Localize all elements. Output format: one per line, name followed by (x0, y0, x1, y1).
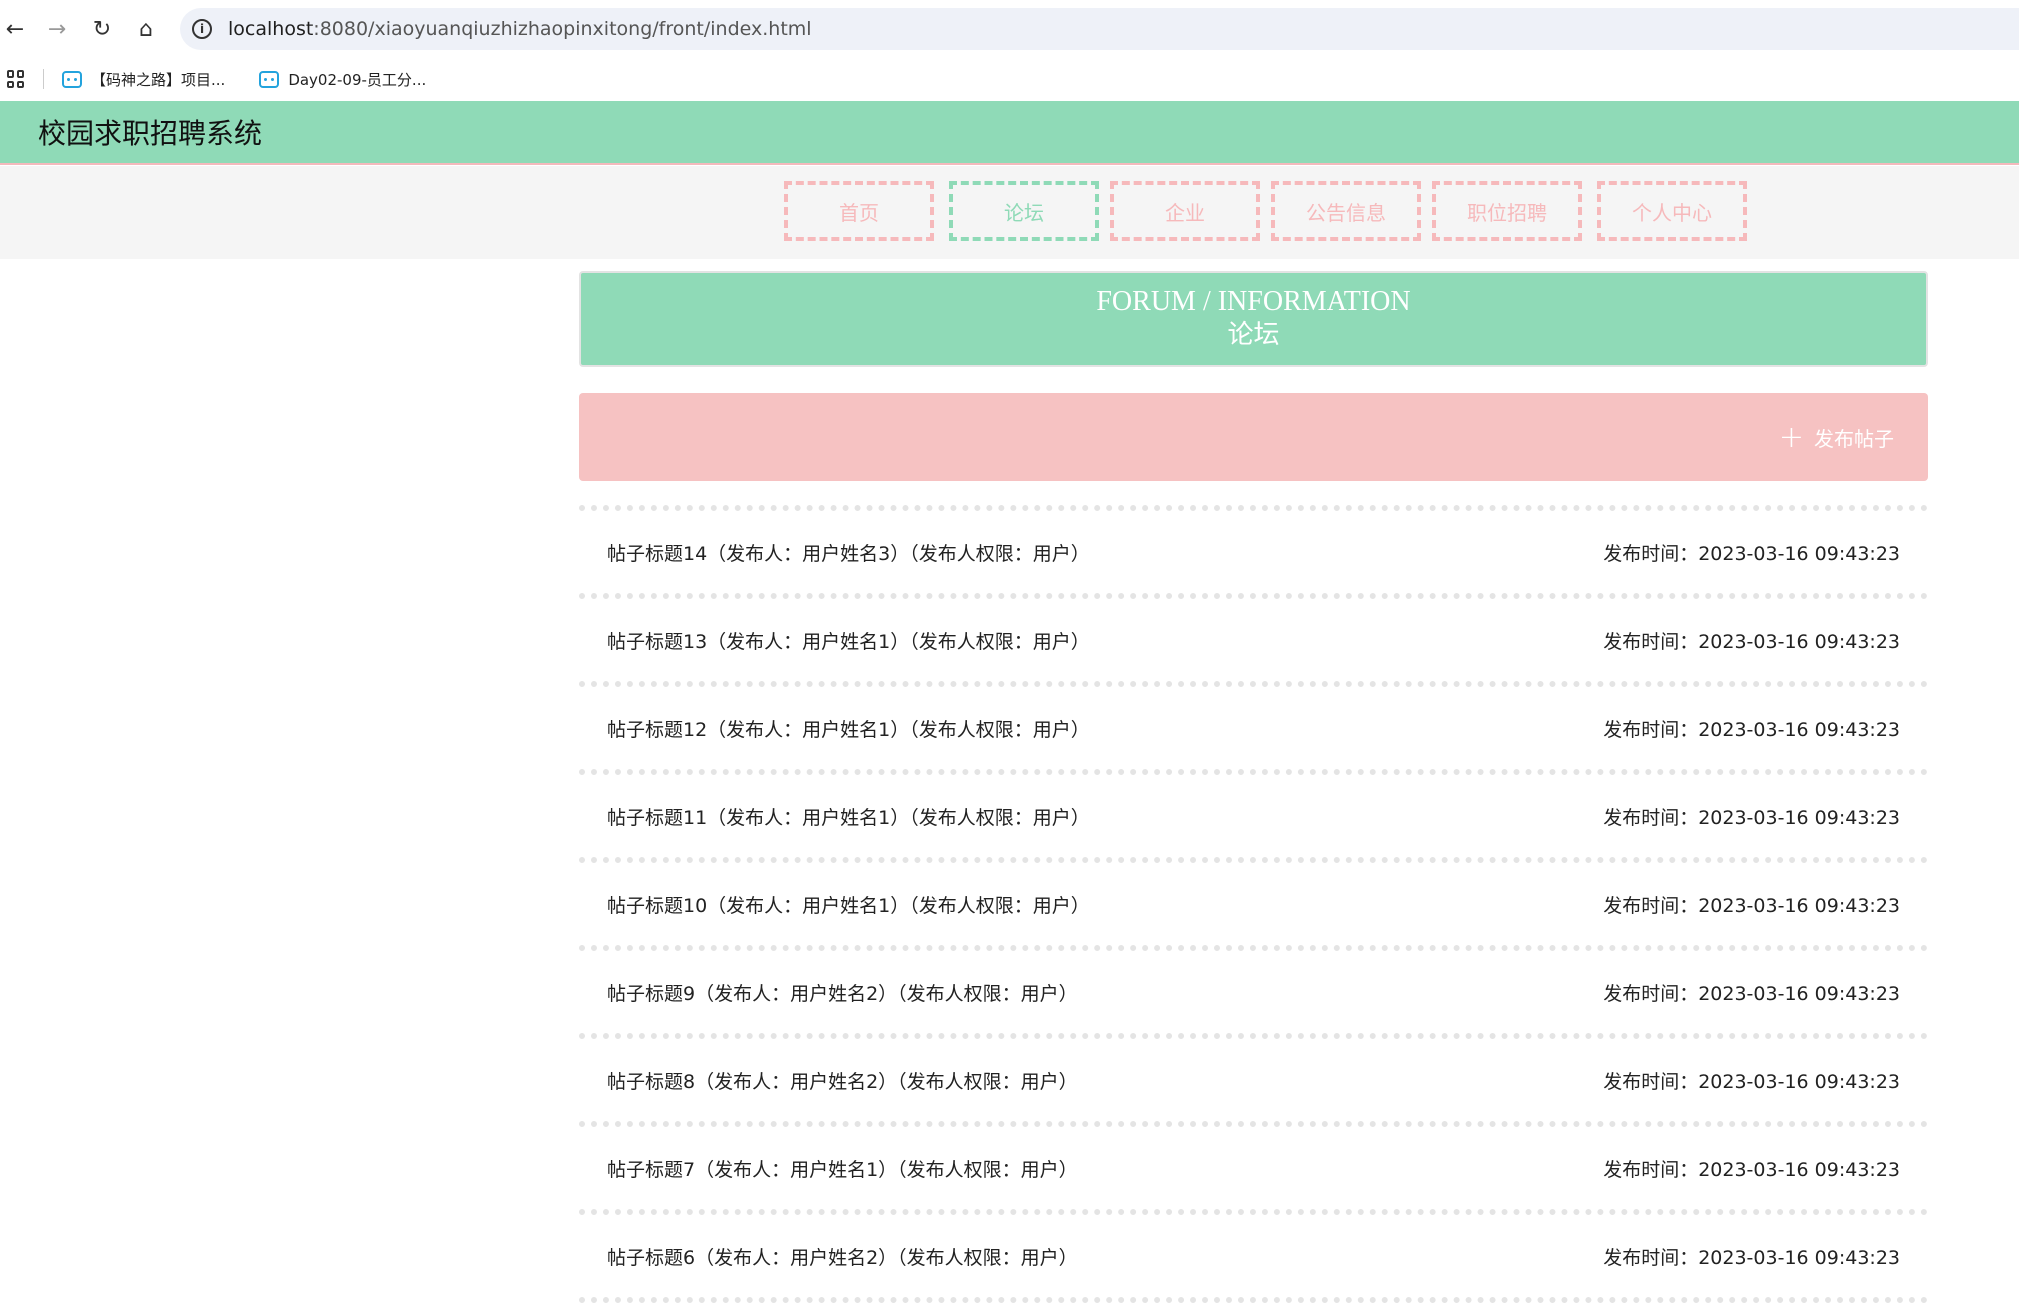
post-row[interactable]: 帖子标题12（发布人：用户姓名1）（发布人权限：用户） 发布时间：2023-03… (579, 687, 1928, 769)
bilibili-tv-icon (62, 70, 82, 88)
add-post-button[interactable]: + 发布帖子 (1778, 419, 1894, 455)
nav-personal-center[interactable]: 个人中心 (1597, 181, 1747, 241)
browser-toolbar: ← → ↻ ⌂ i localhost:8080/xiaoyuanqiuzhiz… (0, 0, 2019, 58)
post-time: 发布时间：2023-03-16 09:43:23 (1603, 894, 1900, 917)
forward-arrow-icon[interactable]: → (42, 14, 72, 44)
post-row[interactable]: 帖子标题6（发布人：用户姓名2）（发布人权限：用户） 发布时间：2023-03-… (579, 1215, 1928, 1297)
post-row[interactable]: 帖子标题8（发布人：用户姓名2）（发布人权限：用户） 发布时间：2023-03-… (579, 1039, 1928, 1121)
plus-icon: + (1778, 419, 1804, 455)
banner-title-cn: 论坛 (1227, 320, 1280, 350)
post-row[interactable]: 帖子标题13（发布人：用户姓名1）（发布人权限：用户） 发布时间：2023-03… (579, 599, 1928, 681)
nav-announcements[interactable]: 公告信息 (1271, 181, 1421, 241)
add-post-label: 发布帖子 (1814, 427, 1894, 451)
post-row[interactable]: 帖子标题7（发布人：用户姓名1）（发布人权限：用户） 发布时间：2023-03-… (579, 1127, 1928, 1209)
post-title: 帖子标题13（发布人：用户姓名1）（发布人权限：用户） (607, 630, 1090, 653)
main-nav: 首页 论坛 企业 公告信息 职位招聘 个人中心 (0, 166, 2019, 259)
bookmarks-bar: 【码神之路】项目... Day02-09-员工分... (0, 58, 2019, 100)
post-title: 帖子标题14（发布人：用户姓名3）（发布人权限：用户） (607, 542, 1090, 565)
address-bar[interactable]: i localhost:8080/xiaoyuanqiuzhizhaopinxi… (180, 8, 2019, 50)
post-title: 帖子标题11（发布人：用户姓名1）（发布人权限：用户） (607, 806, 1090, 829)
post-row[interactable]: 帖子标题10（发布人：用户姓名1）（发布人权限：用户） 发布时间：2023-03… (579, 863, 1928, 945)
post-time: 发布时间：2023-03-16 09:43:23 (1603, 1070, 1900, 1093)
nav-forum[interactable]: 论坛 (949, 181, 1099, 241)
forum-action-bar: + 发布帖子 (579, 393, 1928, 481)
nav-home[interactable]: 首页 (784, 181, 934, 241)
site-title: 校园求职招聘系统 (38, 117, 263, 150)
post-row[interactable]: 帖子标题11（发布人：用户姓名1）（发布人权限：用户） 发布时间：2023-03… (579, 775, 1928, 857)
url-host: localhost (228, 18, 314, 40)
post-time: 发布时间：2023-03-16 09:43:23 (1603, 542, 1900, 565)
bilibili-tv-icon (259, 70, 280, 88)
bookmark-label: 【码神之路】项目... (91, 70, 226, 89)
post-row[interactable]: 帖子标题9（发布人：用户姓名2）（发布人权限：用户） 发布时间：2023-03-… (579, 951, 1928, 1033)
divider (579, 1297, 1928, 1303)
home-icon[interactable]: ⌂ (131, 14, 161, 44)
post-title: 帖子标题8（发布人：用户姓名2）（发布人权限：用户） (607, 1070, 1078, 1093)
post-list: 帖子标题14（发布人：用户姓名3）（发布人权限：用户） 发布时间：2023-03… (579, 505, 1928, 1303)
site-info-icon[interactable]: i (192, 19, 212, 39)
nav-job-recruitment[interactable]: 职位招聘 (1432, 181, 1582, 241)
back-arrow-icon[interactable]: ← (0, 14, 30, 44)
bookmark-item[interactable]: 【码神之路】项目... (62, 69, 225, 90)
bookmark-label: Day02-09-员工分... (288, 70, 427, 89)
post-time: 发布时间：2023-03-16 09:43:23 (1603, 1158, 1900, 1181)
post-title: 帖子标题9（发布人：用户姓名2）（发布人权限：用户） (607, 982, 1078, 1005)
url-text[interactable]: localhost:8080/xiaoyuanqiuzhizhaopinxito… (228, 18, 812, 40)
nav-enterprise[interactable]: 企业 (1110, 181, 1260, 241)
banner-title-en: FORUM / INFORMATION (1096, 286, 1411, 317)
post-time: 发布时间：2023-03-16 09:43:23 (1603, 982, 1900, 1005)
apps-grid-icon[interactable] (7, 70, 25, 88)
post-time: 发布时间：2023-03-16 09:43:23 (1603, 806, 1900, 829)
post-time: 发布时间：2023-03-16 09:43:23 (1603, 718, 1900, 741)
site-header: 校园求职招聘系统 (0, 101, 2019, 165)
post-title: 帖子标题12（发布人：用户姓名1）（发布人权限：用户） (607, 718, 1090, 741)
post-row[interactable]: 帖子标题14（发布人：用户姓名3）（发布人权限：用户） 发布时间：2023-03… (579, 511, 1928, 593)
post-title: 帖子标题7（发布人：用户姓名1）（发布人权限：用户） (607, 1158, 1078, 1181)
bookmarks-divider (43, 69, 44, 89)
post-title: 帖子标题10（发布人：用户姓名1）（发布人权限：用户） (607, 894, 1090, 917)
post-time: 发布时间：2023-03-16 09:43:23 (1603, 1246, 1900, 1269)
url-path: :8080/xiaoyuanqiuzhizhaopinxitong/front/… (313, 18, 812, 40)
reload-icon[interactable]: ↻ (87, 14, 117, 44)
forum-banner: FORUM / INFORMATION 论坛 (579, 271, 1928, 367)
post-time: 发布时间：2023-03-16 09:43:23 (1603, 630, 1900, 653)
bookmark-item[interactable]: Day02-09-员工分... (259, 69, 426, 90)
post-title: 帖子标题6（发布人：用户姓名2）（发布人权限：用户） (607, 1246, 1078, 1269)
